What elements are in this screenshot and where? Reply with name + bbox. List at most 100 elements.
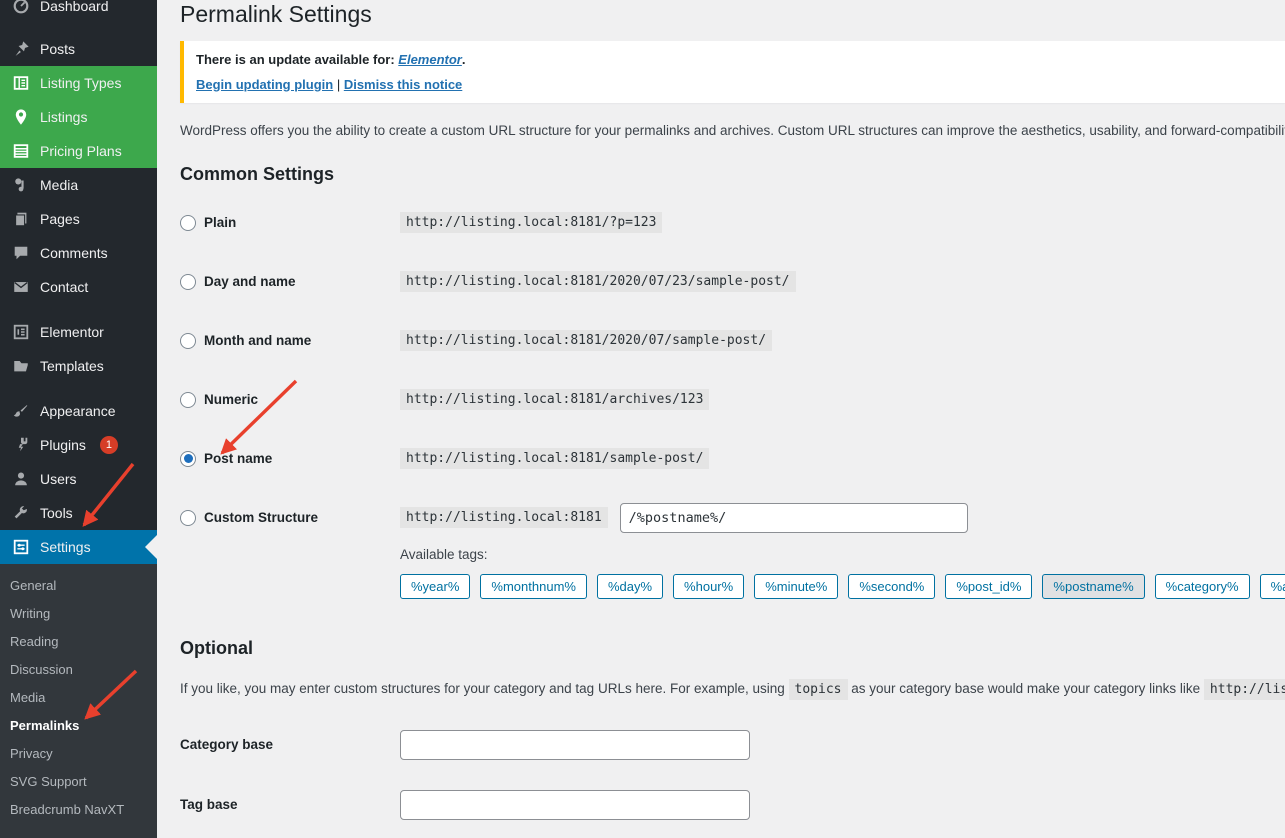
radio-post-name[interactable]	[180, 450, 196, 467]
tag-button-day[interactable]: %day%	[596, 574, 664, 600]
tag-button-monthnum[interactable]: %monthnum%	[480, 574, 587, 600]
permalink-option-row: Plain http://listing.local:8181/?p=123	[180, 193, 1285, 252]
optional-text: as your category base would make your ca…	[847, 680, 1204, 696]
radio-plain[interactable]	[180, 214, 196, 231]
sidebar-item-posts[interactable]: Posts	[0, 32, 157, 66]
sidebar-item-comments[interactable]: Comments	[0, 236, 157, 270]
sidebar-item-label: Appearance	[40, 403, 116, 419]
elementor-icon	[10, 322, 32, 342]
option-label: Day and name	[204, 274, 296, 290]
sidebar-item-pages[interactable]: Pages	[0, 202, 157, 236]
sidebar-item-templates[interactable]: Templates	[0, 349, 157, 383]
submenu-item-svg-support[interactable]: SVG Support	[0, 768, 157, 796]
main-content: Permalink Settings There is an update av…	[157, 0, 1285, 838]
sidebar-item-users[interactable]: Users	[0, 462, 157, 496]
sidebar-item-label: Settings	[40, 539, 91, 555]
radio-day-and-name[interactable]	[180, 273, 196, 290]
sidebar-item-settings[interactable]: Settings	[0, 530, 157, 564]
update-notice: There is an update available for: Elemen…	[180, 40, 1285, 103]
folder-icon	[10, 356, 32, 376]
sidebar-item-listings[interactable]: Listings	[0, 100, 157, 134]
radio-custom-structure[interactable]	[180, 509, 196, 526]
submenu-item-writing[interactable]: Writing	[0, 600, 157, 628]
menu-separator	[0, 383, 157, 394]
pages-icon	[10, 209, 32, 229]
example-url: http://listing.local:8181/2020/07/23/sam…	[400, 271, 796, 293]
sidebar-item-elementor[interactable]: Elementor	[0, 315, 157, 349]
settings-icon	[10, 537, 32, 557]
tag-button-minute[interactable]: %minute%	[754, 574, 839, 600]
begin-updating-link[interactable]: Begin updating plugin	[196, 77, 333, 92]
option-label: Month and name	[204, 333, 312, 349]
sidebar-item-tools[interactable]: Tools	[0, 496, 157, 530]
sidebar-item-label: Media	[40, 177, 79, 193]
field-row: Tag base	[180, 775, 1285, 835]
link-separator: |	[333, 76, 344, 92]
option-label: Post name	[204, 451, 273, 467]
listing-types-icon	[10, 73, 32, 93]
sidebar-item-label: Contact	[40, 279, 89, 295]
submenu-item-reading[interactable]: Reading	[0, 628, 157, 656]
submenu-item-discussion[interactable]: Discussion	[0, 656, 157, 684]
submenu-item-permalinks[interactable]: Permalinks	[0, 712, 157, 740]
plugin-icon	[10, 435, 32, 455]
category-example-url: http://listing.local:8181/topics/uncateg…	[1203, 678, 1285, 700]
optional-fields-table: Category base Tag base	[180, 715, 1285, 835]
sidebar-item-label: Listing Types	[40, 75, 122, 91]
sidebar-item-dashboard[interactable]: Dashboard	[0, 0, 157, 23]
option-label: Custom Structure	[204, 510, 319, 526]
sidebar-item-label: Pages	[40, 211, 80, 227]
sidebar-item-label: Elementor	[40, 324, 104, 340]
tag-button-post-id[interactable]: %post_id%	[945, 574, 1033, 600]
sidebar-item-label: Users	[40, 471, 77, 487]
sidebar-item-label: Listings	[40, 109, 88, 125]
intro-paragraph: WordPress offers you the ability to crea…	[180, 122, 1285, 138]
tag-button-author[interactable]: %author%	[1259, 574, 1285, 600]
sidebar-item-appearance[interactable]: Appearance	[0, 394, 157, 428]
page-title: Permalink Settings	[180, 1, 372, 27]
radio-month-and-name[interactable]	[180, 332, 196, 349]
sidebar-item-media[interactable]: Media	[0, 168, 157, 202]
tag-base-input[interactable]	[400, 789, 750, 820]
permalink-option-row: Day and name http://listing.local:8181/2…	[180, 252, 1285, 311]
tag-button-postname[interactable]: %postname%	[1042, 574, 1145, 600]
submenu-item-media[interactable]: Media	[0, 684, 157, 712]
tag-button-year[interactable]: %year%	[400, 574, 471, 600]
plugin-link[interactable]: Elementor	[398, 52, 462, 67]
media-icon	[10, 175, 32, 195]
map-pin-icon	[10, 107, 32, 127]
admin-sidebar: Dashboard Posts Listing Types Listings P…	[0, 0, 157, 838]
permalink-options-table: Plain http://listing.local:8181/?p=123 D…	[180, 193, 1285, 547]
optional-paragraph: If you like, you may enter custom struct…	[180, 678, 1285, 701]
optional-heading: Optional	[180, 638, 253, 659]
settings-submenu: General Writing Reading Discussion Media…	[0, 564, 157, 838]
notice-text: There is an update available for:	[196, 51, 399, 67]
update-count-badge: 1	[99, 436, 118, 454]
submenu-item-privacy[interactable]: Privacy	[0, 740, 157, 768]
tag-base-label: Tag base	[180, 797, 238, 813]
category-base-input[interactable]	[400, 729, 750, 760]
option-label: Numeric	[204, 392, 259, 408]
tag-button-hour[interactable]: %hour%	[673, 574, 745, 600]
custom-structure-prefix: http://listing.local:8181	[400, 507, 608, 529]
menu-separator	[0, 304, 157, 315]
tag-button-category[interactable]: %category%	[1154, 574, 1250, 600]
submenu-item-breadcrumb-navxt[interactable]: Breadcrumb NavXT	[0, 796, 157, 824]
sidebar-item-label: Dashboard	[40, 0, 109, 14]
optional-text: If you like, you may enter custom struct…	[180, 680, 789, 696]
sidebar-item-listing-types[interactable]: Listing Types	[0, 66, 157, 100]
sidebar-item-pricing-plans[interactable]: Pricing Plans	[0, 134, 157, 168]
custom-structure-input[interactable]	[619, 502, 968, 533]
tag-button-second[interactable]: %second%	[848, 574, 936, 600]
example-url: http://listing.local:8181/archives/123	[400, 389, 710, 411]
sidebar-item-contact[interactable]: Contact	[0, 270, 157, 304]
radio-numeric[interactable]	[180, 391, 196, 408]
submenu-item-general[interactable]: General	[0, 572, 157, 600]
option-label: Plain	[204, 215, 237, 231]
available-tags-label: Available tags:	[400, 547, 488, 563]
dismiss-notice-link[interactable]: Dismiss this notice	[344, 77, 462, 92]
sidebar-item-label: Posts	[40, 41, 76, 57]
permalink-option-row: Custom Structure http://listing.local:81…	[180, 488, 1285, 547]
permalink-option-row: Month and name http://listing.local:8181…	[180, 311, 1285, 370]
sidebar-item-plugins[interactable]: Plugins 1	[0, 428, 157, 462]
